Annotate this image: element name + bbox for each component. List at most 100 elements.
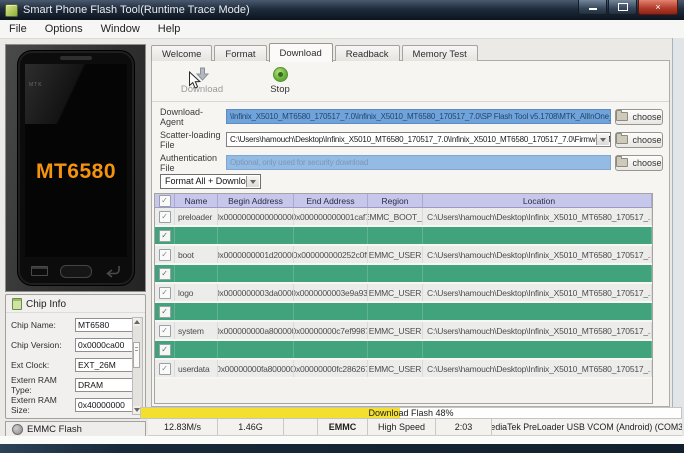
download-agent-choose-button[interactable]: choose (615, 108, 663, 125)
chip-field-extern-ram-type-: Extern RAM Type: DRAM (6, 375, 133, 395)
cell-location: C:\Users\hamouch\Desktop\Infinix_X5010_M… (423, 246, 652, 263)
table-row-selected[interactable]: ✓ (155, 341, 652, 360)
column-header-name[interactable]: Name (175, 194, 218, 207)
stop-button[interactable]: Stop (248, 65, 312, 95)
status-storage-type: EMMC (318, 419, 368, 435)
cell-location (423, 341, 652, 358)
download-mode-select[interactable]: Format All + Download (160, 174, 261, 189)
chip-field-value[interactable]: DRAM (75, 378, 133, 392)
cell-region (368, 227, 423, 244)
tab-readback[interactable]: Readback (334, 45, 400, 61)
row-checkbox[interactable]: ✓ (155, 265, 175, 282)
chevron-down-icon[interactable] (596, 134, 609, 145)
row-checkbox[interactable]: ✓ (155, 303, 175, 320)
app-window: Smart Phone Flash Tool(Runtime Trace Mod… (0, 0, 684, 453)
chip-field-label: Extern RAM Type: (11, 375, 57, 395)
tab-download[interactable]: Download (268, 43, 333, 62)
tab-bar: Welcome Format Download Readback Memory Test (151, 43, 480, 62)
column-header-location[interactable]: Location (423, 194, 652, 207)
minimize-button[interactable] (578, 0, 607, 15)
chip-field-label: Extern RAM Size: (11, 395, 57, 415)
auth-file-field[interactable]: Optional, only used for security downloa… (226, 155, 611, 170)
scrollbar-thumb[interactable] (133, 342, 140, 368)
menu-item-help[interactable]: Help (149, 21, 190, 37)
table-row-userdata[interactable]: ✓ userdata 0x00000000fa800000 0x00000000fc2… (155, 360, 652, 379)
select-all-checkbox[interactable]: ✓ (155, 194, 175, 207)
scatter-file-combobox[interactable]: C:\Users\hamouch\Desktop\Infinix_X5010_M… (226, 132, 611, 147)
cell-end (294, 303, 368, 320)
chip-field-value[interactable]: 0x0000ca00 (75, 338, 133, 352)
tab-welcome[interactable]: Welcome (151, 45, 213, 61)
scatter-file-label: Scatter-loading File (160, 129, 221, 150)
chip-field-value[interactable]: EXT_26M (75, 358, 133, 372)
app-icon (5, 3, 18, 17)
table-row-selected[interactable]: ✓ (155, 227, 652, 246)
menu-item-file[interactable]: File (0, 21, 36, 37)
chip-fields: Chip Name: MT6580 Chip Version: 0x0000ca00 E… (6, 315, 133, 418)
table-row-boot[interactable]: ✓ boot 0x0000000001d20000 0x000000000252c0f… (155, 246, 652, 265)
tab-format[interactable]: Format (214, 45, 267, 61)
scroll-down-icon[interactable] (133, 406, 140, 414)
close-button[interactable]: × (638, 0, 678, 15)
tab-memory-test[interactable]: Memory Test (401, 45, 478, 61)
row-checkbox[interactable]: ✓ (155, 360, 175, 377)
menu-bar: File Options Window Help (0, 20, 684, 39)
partition-table-body: ✓ preloader 0x0000000000000000 0x0000000000… (155, 208, 652, 379)
chevron-down-icon[interactable] (246, 176, 259, 187)
table-row-system[interactable]: ✓ system 0x000000000a800000 0x00000000c7ef9… (155, 322, 652, 341)
cell-location: C:\Users\hamouch\Desktop\Infinix_X5010_M… (423, 360, 652, 377)
cell-name: userdata (175, 360, 218, 377)
chip-field-extern-ram-size-: Extern RAM Size: 0x40000000 (6, 395, 133, 415)
partition-table: ✓ Name Begin Address End Address Region Locat… (154, 193, 653, 404)
row-checkbox[interactable]: ✓ (155, 341, 175, 358)
chip-info-scrollbar[interactable] (132, 317, 143, 415)
table-row-selected[interactable]: ✓ (155, 303, 652, 322)
column-header-region[interactable]: Region (368, 194, 423, 207)
cell-end (294, 227, 368, 244)
cell-region: EMMC_USER (368, 284, 423, 301)
download-tab-panel: Download Stop Download-Agent \Infinix_X5… (151, 60, 670, 407)
chip-field-value[interactable]: 0x40000000 (75, 398, 133, 412)
chip-field-chip-name-: Chip Name: MT6580 (6, 315, 133, 335)
column-header-begin-address[interactable]: Begin Address (218, 194, 294, 207)
row-checkbox[interactable]: ✓ (155, 227, 175, 244)
flash-icon (12, 423, 23, 435)
phone-back-key-icon (106, 265, 120, 278)
status-empty (284, 419, 318, 435)
choose-label: choose (632, 111, 662, 122)
auth-file-label: Authentication File (160, 152, 218, 173)
cell-location (423, 227, 652, 244)
menu-item-options[interactable]: Options (36, 21, 92, 37)
cell-name (175, 303, 218, 320)
maximize-icon (617, 3, 628, 11)
emmc-flash-section[interactable]: EMMC Flash (5, 421, 146, 437)
folder-icon (616, 133, 629, 144)
download-agent-label: Download-Agent (160, 106, 204, 127)
download-button[interactable]: Download (170, 65, 234, 95)
auth-file-choose-button[interactable]: choose (615, 154, 663, 171)
status-speed: 12.83M/s (148, 419, 218, 435)
scatter-file-choose-button[interactable]: choose (615, 131, 663, 148)
cell-region (368, 303, 423, 320)
folder-icon (616, 110, 629, 121)
cell-region: EMMC_USER (368, 322, 423, 339)
row-checkbox[interactable]: ✓ (155, 208, 175, 225)
scroll-up-icon[interactable] (133, 318, 140, 326)
row-checkbox[interactable]: ✓ (155, 322, 175, 339)
chip-field-ext-clock-: Ext Clock: EXT_26M (6, 355, 133, 375)
cell-region: EMMC_USER (368, 360, 423, 377)
row-checkbox[interactable]: ✓ (155, 284, 175, 301)
download-agent-field[interactable]: \Infinix_X5010_MT6580_170517_7.0\Infinix… (226, 109, 611, 124)
column-header-end-address[interactable]: End Address (294, 194, 368, 207)
table-row-selected[interactable]: ✓ (155, 265, 652, 284)
cell-name: system (175, 322, 218, 339)
table-row-preloader[interactable]: ✓ preloader 0x0000000000000000 0x0000000000… (155, 208, 652, 227)
table-row-logo[interactable]: ✓ logo 0x0000000003da0000 0x0000000003e9a93… (155, 284, 652, 303)
maximize-button[interactable] (608, 0, 637, 15)
menu-item-window[interactable]: Window (92, 21, 149, 37)
partition-table-header: ✓ Name Begin Address End Address Region Locat… (155, 194, 652, 208)
cell-end: 0x00000000c7ef9987 (294, 322, 368, 339)
cell-region (368, 341, 423, 358)
row-checkbox[interactable]: ✓ (155, 246, 175, 263)
chip-field-value[interactable]: MT6580 (75, 318, 133, 332)
